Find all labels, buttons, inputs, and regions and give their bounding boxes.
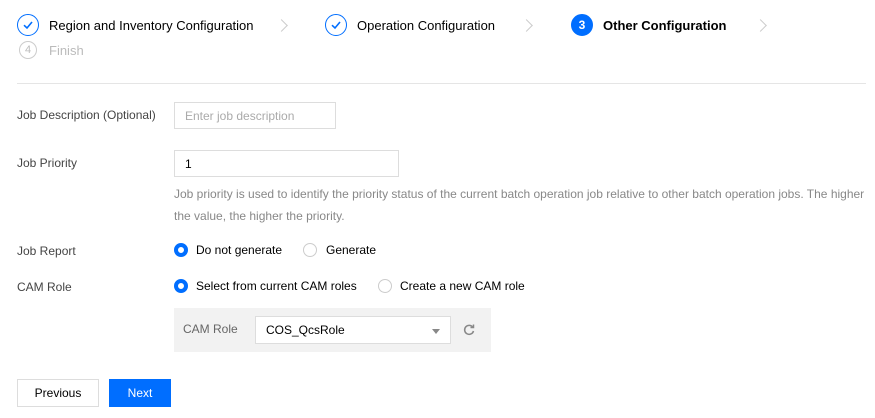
chevron-right-icon	[275, 19, 288, 32]
job-description-input[interactable]	[174, 102, 336, 129]
job-priority-label: Job Priority	[17, 156, 78, 170]
radio-label: Create a new CAM role	[400, 279, 525, 293]
next-button[interactable]: Next	[109, 379, 171, 407]
cam-role-selection-panel: CAM Role COS_QcsRole	[174, 308, 491, 352]
step-label: Operation Configuration	[357, 17, 496, 33]
step-number: 3	[571, 14, 593, 36]
check-icon	[17, 14, 39, 36]
step-region-inventory: Region and Inventory Configuration	[17, 14, 254, 36]
previous-button[interactable]: Previous	[17, 379, 99, 407]
chevron-right-icon	[520, 19, 533, 32]
step-label: Finish	[49, 42, 84, 58]
step-finish: 4 Finish	[19, 41, 84, 59]
radio-label: Do not generate	[196, 243, 283, 257]
cam-role-select-value: COS_QcsRole	[266, 323, 345, 337]
step-label: Other Configuration	[603, 17, 727, 33]
radio-unchecked-icon	[303, 243, 317, 257]
job-priority-input[interactable]	[174, 150, 399, 177]
radio-label: Select from current CAM roles	[196, 279, 357, 293]
radio-unchecked-icon	[378, 279, 392, 293]
cam-role-label: CAM Role	[17, 280, 72, 294]
job-report-label: Job Report	[17, 244, 76, 258]
radio-generate[interactable]: Generate	[303, 243, 376, 257]
step-other-configuration: 3 Other Configuration	[571, 14, 727, 36]
radio-checked-icon	[174, 243, 188, 257]
refresh-icon[interactable]	[462, 323, 476, 337]
job-priority-hint: Job priority is used to identify the pri…	[174, 187, 865, 223]
radio-do-not-generate[interactable]: Do not generate	[174, 243, 282, 257]
radio-label: Generate	[326, 243, 377, 257]
chevron-right-icon	[754, 19, 767, 32]
step-operation: Operation Configuration	[325, 14, 495, 36]
radio-checked-icon	[174, 279, 188, 293]
cam-role-select-label: CAM Role	[183, 322, 238, 336]
cam-role-select[interactable]: COS_QcsRole	[255, 316, 451, 344]
step-number: 4	[19, 41, 37, 59]
check-icon	[325, 14, 347, 36]
job-description-label: Job Description (Optional)	[17, 108, 156, 122]
radio-create-new-cam-role[interactable]: Create a new CAM role	[378, 279, 525, 293]
divider	[17, 83, 866, 84]
caret-down-icon	[432, 329, 440, 334]
step-label: Region and Inventory Configuration	[49, 17, 254, 33]
radio-select-current-cam-roles[interactable]: Select from current CAM roles	[174, 279, 357, 293]
